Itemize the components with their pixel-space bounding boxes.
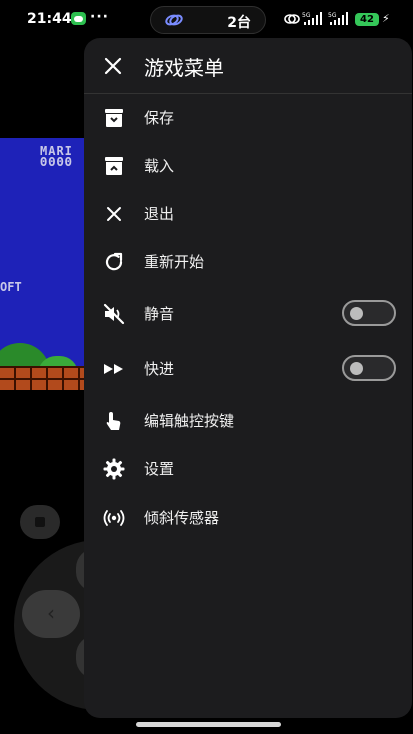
menu-item-mute[interactable]: 静音 <box>84 290 412 338</box>
exit-icon <box>107 207 121 221</box>
signal-icon-2: 5G <box>328 12 348 25</box>
sensor-icon <box>103 510 125 526</box>
status-time: 21:44 <box>27 11 72 27</box>
link-icon <box>165 14 183 26</box>
device-count: 2台 <box>227 15 251 31</box>
menu-item-edit-touch[interactable]: 编辑触控按键 <box>84 397 412 445</box>
svg-text:5G: 5G <box>302 12 311 19</box>
menu-item-exit[interactable]: 退出 <box>84 190 412 238</box>
home-indicator[interactable] <box>136 722 281 727</box>
dpad-left-button[interactable]: ‹ <box>22 590 80 638</box>
menu-item-restart[interactable]: 重新开始 <box>84 238 412 286</box>
menu-item-label: 载入 <box>144 157 175 175</box>
game-score-text: MARI ΘΘΘΘ <box>40 144 73 169</box>
dynamic-island[interactable]: 2台 <box>150 6 266 34</box>
menu-title: 游戏菜单 <box>144 56 224 80</box>
menu-item-label: 退出 <box>144 205 175 223</box>
charging-icon: ⚡ <box>382 12 390 25</box>
menu-item-fast-forward[interactable]: 快进 <box>84 345 412 393</box>
game-menu-panel: 游戏菜单 保存 载入 退出 重新开始 静音 快进 编辑触控按键 设置 倾斜传感器 <box>84 38 412 718</box>
select-button[interactable] <box>20 505 60 539</box>
close-icon[interactable] <box>102 55 124 77</box>
menu-item-settings[interactable]: 设置 <box>84 445 412 493</box>
touch-icon <box>106 412 121 430</box>
battery-level: 42 <box>355 13 379 26</box>
gear-icon <box>103 458 125 480</box>
menu-item-tilt-sensor[interactable]: 倾斜传感器 <box>84 494 412 542</box>
mute-toggle[interactable] <box>342 300 396 326</box>
menu-item-label: 设置 <box>144 460 175 478</box>
menu-item-load[interactable]: 载入 <box>84 142 412 190</box>
menu-item-label: 倾斜传感器 <box>144 509 220 527</box>
fast-forward-icon <box>104 364 123 374</box>
wechat-icon <box>71 12 86 25</box>
more-notifications: ··· <box>90 9 109 25</box>
menu-item-save[interactable]: 保存 <box>84 94 412 142</box>
restart-icon <box>105 252 123 271</box>
menu-item-label: 重新开始 <box>144 253 205 271</box>
status-bar: 21:44 ··· 2台 5G 5G 42 ⚡ <box>0 0 413 38</box>
game-copyright-text: OFT <box>0 280 22 294</box>
fast-forward-toggle[interactable] <box>342 355 396 381</box>
menu-item-label: 编辑触控按键 <box>144 412 235 430</box>
menu-item-label: 快进 <box>144 360 175 378</box>
load-icon <box>105 157 123 175</box>
svg-text:5G: 5G <box>328 12 337 19</box>
menu-item-label: 静音 <box>144 305 175 323</box>
mute-icon <box>103 303 125 325</box>
menu-header: 游戏菜单 <box>84 38 412 94</box>
signal-icon-1: 5G <box>302 12 322 25</box>
save-icon <box>105 109 123 127</box>
hotspot-icon <box>284 14 300 24</box>
menu-item-label: 保存 <box>144 109 175 127</box>
